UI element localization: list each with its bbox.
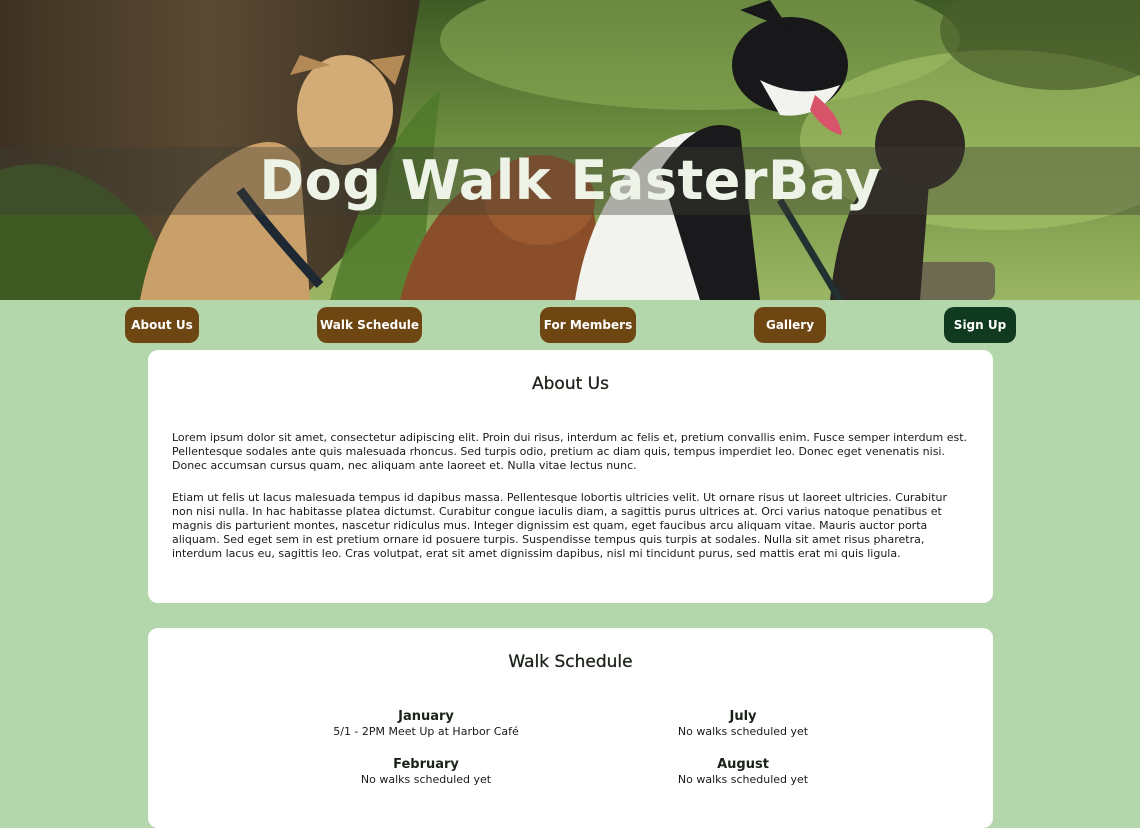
nav-walk-schedule-button[interactable]: Walk Schedule (317, 307, 422, 343)
month-note: No walks scheduled yet (360, 773, 492, 786)
walk-schedule-section: Walk Schedule January 5/1 - 2PM Meet Up … (148, 628, 993, 828)
schedule-month: February No walks scheduled yet (276, 757, 576, 787)
month-name: July (729, 709, 757, 724)
walk-schedule-heading: Walk Schedule (508, 652, 633, 672)
hero-banner: Dog Walk EasterBay (0, 0, 1140, 300)
schedule-month: July No walks scheduled yet (593, 709, 893, 739)
nav-sign-up-button[interactable]: Sign Up (944, 307, 1016, 343)
about-us-section: About Us Lorem ipsum dolor sit amet, con… (148, 350, 993, 603)
month-note: No walks scheduled yet (677, 773, 809, 786)
nav-for-members-button[interactable]: For Members (540, 307, 636, 343)
month-name: January (398, 709, 454, 724)
month-note: No walks scheduled yet (677, 725, 809, 738)
schedule-month: January 5/1 - 2PM Meet Up at Harbor Café (276, 709, 576, 739)
about-us-heading: About Us (532, 374, 609, 394)
site-title: Dog Walk EasterBay (259, 149, 881, 212)
month-name: February (393, 757, 459, 772)
about-paragraph-1: Lorem ipsum dolor sit amet, consectetur … (172, 431, 968, 472)
schedule-month: August No walks scheduled yet (593, 757, 893, 787)
month-name: August (717, 757, 769, 772)
about-paragraph-2: Etiam ut felis ut lacus malesuada tempus… (172, 491, 948, 560)
month-note: 5/1 - 2PM Meet Up at Harbor Café (333, 725, 519, 738)
nav-about-us-button[interactable]: About Us (125, 307, 199, 343)
nav-gallery-button[interactable]: Gallery (754, 307, 826, 343)
main-nav: About Us Walk Schedule For Members Galle… (0, 300, 1140, 350)
